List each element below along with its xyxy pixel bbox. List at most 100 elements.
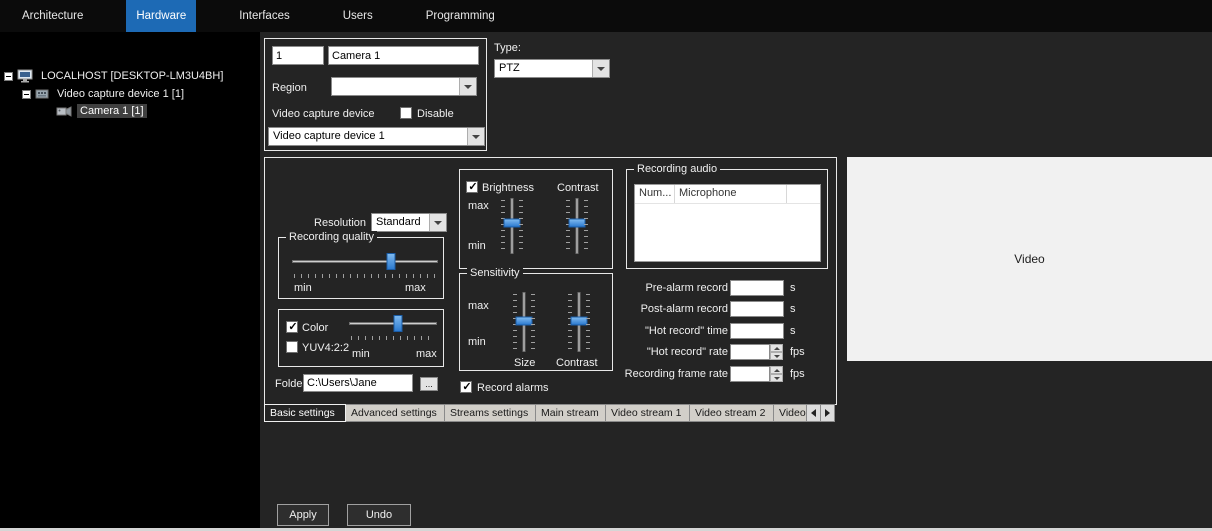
spinner-down-icon[interactable] <box>770 374 783 382</box>
post-alarm-record-field[interactable] <box>730 301 784 317</box>
tab-hardware[interactable]: Hardware <box>126 0 196 32</box>
pre-alarm-record-field[interactable] <box>730 280 784 296</box>
tab-advanced-settings[interactable]: Advanced settings <box>346 404 445 422</box>
tab-architecture[interactable]: Architecture <box>12 0 93 32</box>
yuv-label: YUV4:2:2 <box>302 342 349 354</box>
tab-streams-settings[interactable]: Streams settings <box>445 404 536 422</box>
color-group: Color YUV4:2:2 min max <box>278 309 444 367</box>
tab-scroll-right-icon[interactable] <box>821 404 835 422</box>
tree-item-camera[interactable]: Camera 1 [1] <box>56 104 147 118</box>
brightness-slider[interactable] <box>500 198 524 254</box>
sensitivity-contrast-slider[interactable] <box>567 292 591 352</box>
recording-frame-rate-spinner[interactable] <box>730 366 783 382</box>
tree-item-capture-device[interactable]: Video capture device 1 [1] <box>22 87 187 101</box>
color-checkbox[interactable] <box>286 321 298 333</box>
hot-record-rate-field[interactable] <box>730 344 770 360</box>
post-alarm-record-label: Post-alarm record <box>618 303 728 315</box>
settings-panel: Resolution Standard Recording quality mi… <box>264 157 837 405</box>
folder-label: Folder <box>275 378 306 390</box>
slider-thumb[interactable] <box>394 315 403 332</box>
hot-record-time-unit: s <box>790 325 796 337</box>
spinner-up-icon[interactable] <box>770 344 783 352</box>
type-dropdown[interactable]: PTZ <box>494 59 610 78</box>
camera-icon <box>56 106 72 117</box>
min-label: min <box>468 240 486 252</box>
chevron-down-icon[interactable] <box>459 78 476 95</box>
tab-video-stream-1[interactable]: Video stream 1 <box>606 404 690 422</box>
slider-thumb[interactable] <box>387 253 396 270</box>
tab-basic-settings[interactable]: Basic settings <box>264 404 346 422</box>
capture-device-dropdown[interactable]: Video capture device 1 <box>268 127 485 146</box>
slider-ticks <box>584 200 588 252</box>
tree-item-label[interactable]: Video capture device 1 [1] <box>54 87 187 101</box>
tree-item-label[interactable]: Camera 1 [1] <box>77 104 147 118</box>
tree-collapse-icon[interactable] <box>22 90 31 99</box>
slider-ticks <box>351 336 435 340</box>
pre-alarm-unit: s <box>790 282 796 294</box>
tab-scroll-left-icon[interactable] <box>807 404 821 422</box>
audio-sources-list[interactable]: Num... Microphone <box>634 184 821 262</box>
spinner-up-icon[interactable] <box>770 366 783 374</box>
min-label: min <box>468 336 486 348</box>
tab-interfaces[interactable]: Interfaces <box>229 0 300 32</box>
slider-thumb[interactable] <box>571 316 588 325</box>
resolution-dropdown[interactable]: Standard <box>371 213 447 232</box>
video-preview-label: Video <box>1014 252 1044 266</box>
sensitivity-title: Sensitivity <box>467 267 523 280</box>
post-alarm-unit: s <box>790 303 796 315</box>
color-slider[interactable] <box>349 314 437 340</box>
apply-button[interactable]: Apply <box>277 504 329 526</box>
contrast-slider[interactable] <box>565 198 589 254</box>
brightness-label: Brightness <box>482 182 534 194</box>
tab-programming[interactable]: Programming <box>416 0 505 32</box>
recording-quality-slider[interactable] <box>292 252 438 278</box>
max-label: max <box>405 282 426 294</box>
chevron-down-icon[interactable] <box>592 60 609 77</box>
resolution-dropdown-value: Standard <box>372 214 429 231</box>
column-microphone: Microphone <box>675 185 787 203</box>
slider-ticks <box>294 274 436 278</box>
slider-thumb[interactable] <box>504 219 521 228</box>
capture-device-icon <box>35 88 49 100</box>
tree-item-localhost[interactable]: LOCALHOST [DESKTOP-LM3U4BH] <box>4 69 226 83</box>
max-label: max <box>416 348 437 360</box>
recording-frame-rate-label: Recording frame rate <box>618 368 728 380</box>
pre-alarm-record-label: Pre-alarm record <box>618 282 728 294</box>
recording-audio-group: Recording audio Num... Microphone <box>626 169 828 269</box>
spinner-down-icon[interactable] <box>770 352 783 360</box>
camera-number-field[interactable] <box>272 46 324 65</box>
slider-thumb[interactable] <box>516 316 533 325</box>
recording-frame-rate-unit: fps <box>790 368 805 380</box>
tree-collapse-icon[interactable] <box>4 72 13 81</box>
tab-video[interactable]: Video <box>774 404 807 422</box>
undo-button[interactable]: Undo <box>347 504 411 526</box>
folder-path-field[interactable] <box>303 374 413 392</box>
sensitivity-size-slider[interactable] <box>512 292 536 352</box>
chevron-down-icon[interactable] <box>429 214 446 231</box>
max-label: max <box>468 200 489 212</box>
camera-name-field[interactable] <box>328 46 479 65</box>
audio-list-header: Num... Microphone <box>635 185 820 204</box>
video-preview-panel: Video <box>847 157 1212 361</box>
hot-record-rate-spinner[interactable] <box>730 344 783 360</box>
slider-track[interactable] <box>292 260 438 263</box>
slider-thumb[interactable] <box>569 219 586 228</box>
yuv-checkbox[interactable] <box>286 341 298 353</box>
region-dropdown[interactable] <box>331 77 477 96</box>
record-alarms-label: Record alarms <box>477 382 549 394</box>
brightness-checkbox[interactable] <box>466 181 478 193</box>
disable-checkbox[interactable] <box>400 107 412 119</box>
tab-users[interactable]: Users <box>333 0 383 32</box>
browse-button[interactable]: ... <box>420 377 438 391</box>
record-alarms-checkbox[interactable] <box>460 381 472 393</box>
tree-item-label[interactable]: LOCALHOST [DESKTOP-LM3U4BH] <box>38 69 226 83</box>
brightness-contrast-group: Brightness Contrast max min <box>459 169 613 269</box>
tab-video-stream-2[interactable]: Video stream 2 <box>690 404 774 422</box>
chevron-down-icon[interactable] <box>467 128 484 145</box>
tab-main-stream[interactable]: Main stream <box>536 404 606 422</box>
top-tab-bar: Architecture Hardware Interfaces Users P… <box>0 0 1212 32</box>
column-num: Num... <box>635 185 675 203</box>
recording-frame-rate-field[interactable] <box>730 366 770 382</box>
hot-record-time-field[interactable] <box>730 323 784 339</box>
camera-identity-group: Region Video capture device Disable Vide… <box>264 38 487 151</box>
